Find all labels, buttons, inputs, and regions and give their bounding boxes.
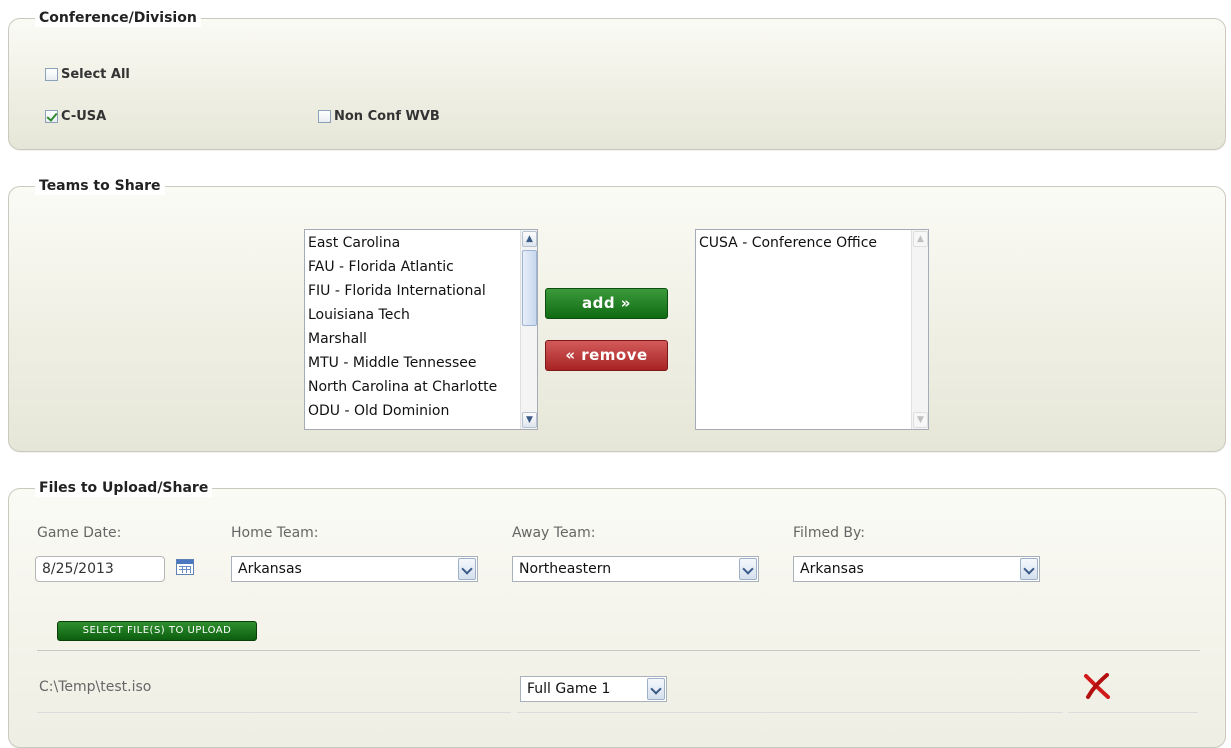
c-usa-checkbox[interactable] <box>45 110 58 123</box>
divider <box>37 650 1200 651</box>
scroll-down-icon: ▼ <box>913 412 928 428</box>
available-teams-scrollbar[interactable]: ▲ ▼ <box>520 230 537 429</box>
segment-select[interactable]: Full Game 1 <box>520 676 667 702</box>
team-list-item[interactable]: Louisiana Tech <box>308 303 517 327</box>
segment-select-value: Full Game 1 <box>527 681 611 697</box>
select-all-checkbox-row[interactable]: Select All <box>45 67 130 82</box>
scroll-down-icon[interactable]: ▼ <box>522 412 537 428</box>
filmed-by-select-value: Arkansas <box>800 561 864 577</box>
filmed-by-label: Filmed By: <box>793 525 865 541</box>
scroll-thumb[interactable] <box>522 250 537 326</box>
row-divider <box>517 712 1063 713</box>
home-team-select[interactable]: Arkansas <box>231 556 478 582</box>
selected-teams-scrollbar: ▲ ▼ <box>911 230 928 429</box>
home-team-select-value: Arkansas <box>238 561 302 577</box>
team-list-item[interactable]: East Carolina <box>308 231 517 255</box>
conference-division-panel: Conference/Division Select All C-USA Non… <box>8 9 1226 150</box>
chevron-down-icon[interactable] <box>1020 558 1038 580</box>
scroll-up-icon[interactable]: ▲ <box>522 231 537 247</box>
delete-file-icon[interactable] <box>1083 673 1111 699</box>
game-date-input[interactable]: 8/25/2013 <box>35 556 165 582</box>
row-divider <box>1068 712 1198 713</box>
c-usa-label: C-USA <box>61 109 107 124</box>
team-list-item[interactable]: MTU - Middle Tennessee <box>308 351 517 375</box>
chevron-down-icon[interactable] <box>458 558 476 580</box>
row-divider <box>37 712 511 713</box>
team-list-item[interactable]: FIU - Florida International <box>308 279 517 303</box>
chevron-down-icon[interactable] <box>647 678 665 700</box>
team-list-item[interactable]: North Carolina at Charlotte <box>308 375 517 399</box>
available-teams-listbox[interactable]: East Carolina FAU - Florida Atlantic FIU… <box>304 229 538 430</box>
team-list-item[interactable]: FAU - Florida Atlantic <box>308 255 517 279</box>
select-files-upload-button[interactable]: SELECT FILE(S) TO UPLOAD <box>57 621 257 641</box>
teams-to-share-panel: Teams to Share East Carolina FAU - Flori… <box>8 177 1226 452</box>
select-all-label: Select All <box>61 67 130 82</box>
selected-team-list-item[interactable]: CUSA - Conference Office <box>699 231 908 255</box>
conference-option-c-usa[interactable]: C-USA <box>45 109 106 124</box>
non-conf-wvb-label: Non Conf WVB <box>334 109 440 124</box>
files-upload-legend: Files to Upload/Share <box>35 479 213 497</box>
calendar-icon[interactable] <box>176 559 194 575</box>
conference-division-legend: Conference/Division <box>35 9 201 27</box>
non-conf-wvb-checkbox[interactable] <box>318 110 331 123</box>
scroll-up-icon: ▲ <box>913 231 928 247</box>
away-team-select-value: Northeastern <box>519 561 612 577</box>
away-team-label: Away Team: <box>512 525 596 541</box>
conference-option-non-conf-wvb[interactable]: Non Conf WVB <box>318 109 440 124</box>
add-team-button[interactable]: add » <box>545 288 668 319</box>
game-date-label: Game Date: <box>37 525 122 541</box>
team-list-item[interactable]: ODU - Old Dominion <box>308 399 517 423</box>
filmed-by-select[interactable]: Arkansas <box>793 556 1040 582</box>
file-path: C:\Temp\test.iso <box>39 679 152 695</box>
home-team-label: Home Team: <box>231 525 319 541</box>
selected-teams-listbox[interactable]: CUSA - Conference Office ▲ ▼ <box>695 229 929 430</box>
files-upload-panel: Files to Upload/Share Game Date: Home Te… <box>8 479 1226 748</box>
remove-team-button[interactable]: « remove <box>545 340 668 371</box>
teams-to-share-legend: Teams to Share <box>35 177 165 195</box>
select-all-checkbox[interactable] <box>45 68 58 81</box>
chevron-down-icon[interactable] <box>739 558 757 580</box>
team-list-item[interactable]: Marshall <box>308 327 517 351</box>
away-team-select[interactable]: Northeastern <box>512 556 759 582</box>
